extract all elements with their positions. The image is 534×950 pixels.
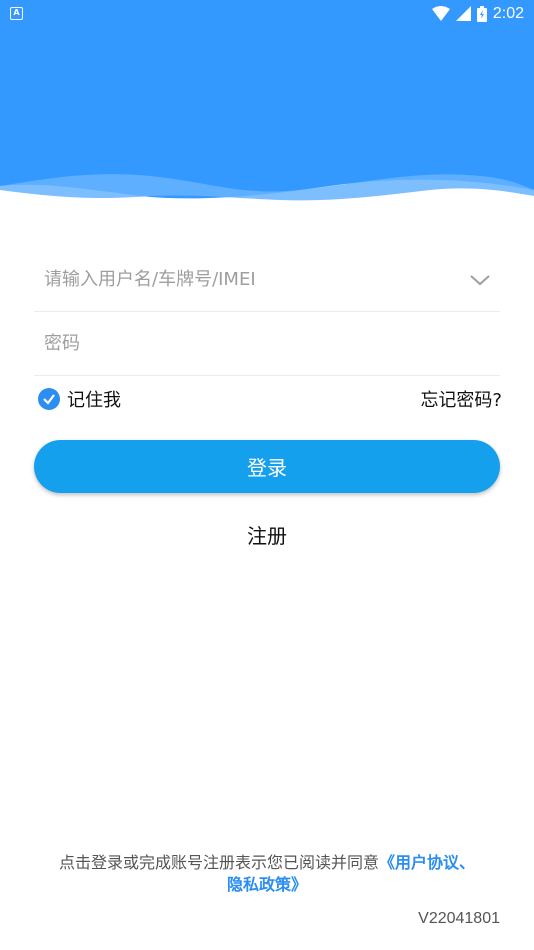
header-wave xyxy=(0,0,534,215)
login-button[interactable]: 登录 xyxy=(34,440,500,493)
password-field[interactable] xyxy=(34,312,500,376)
login-screen: A 2:02 请输入用户名/车牌号/IMEI 记住我 忘记密码? 登录 注册 点… xyxy=(0,0,534,950)
app-notification-icon: A xyxy=(10,7,23,20)
username-field[interactable] xyxy=(34,248,500,312)
agreement-prefix: 点击登录或完成账号注册表示您已阅读并同意 xyxy=(58,853,379,872)
remember-row: 记住我 忘记密码? xyxy=(38,384,502,414)
status-bar: A 2:02 xyxy=(0,0,534,27)
password-input[interactable] xyxy=(34,333,500,354)
wifi-icon xyxy=(431,6,450,21)
privacy-policy-link[interactable]: 隐私政策》 xyxy=(227,875,307,894)
status-time: 2:02 xyxy=(492,4,524,22)
username-input[interactable] xyxy=(34,269,500,290)
check-icon[interactable] xyxy=(38,388,60,410)
chevron-down-icon[interactable] xyxy=(468,268,492,292)
agreement-text: 点击登录或完成账号注册表示您已阅读并同意《用户协议、 隐私政策》 xyxy=(30,852,504,896)
register-link[interactable]: 注册 xyxy=(0,520,534,549)
version-label: V22041801 xyxy=(418,910,500,927)
battery-icon xyxy=(476,5,487,22)
forgot-password-link[interactable]: 忘记密码? xyxy=(420,386,502,412)
user-agreement-link[interactable]: 《用户协议、 xyxy=(379,853,475,872)
signal-icon xyxy=(455,6,471,21)
remember-me-label[interactable]: 记住我 xyxy=(67,386,121,412)
remember-me-checkbox[interactable]: 记住我 xyxy=(38,386,121,412)
